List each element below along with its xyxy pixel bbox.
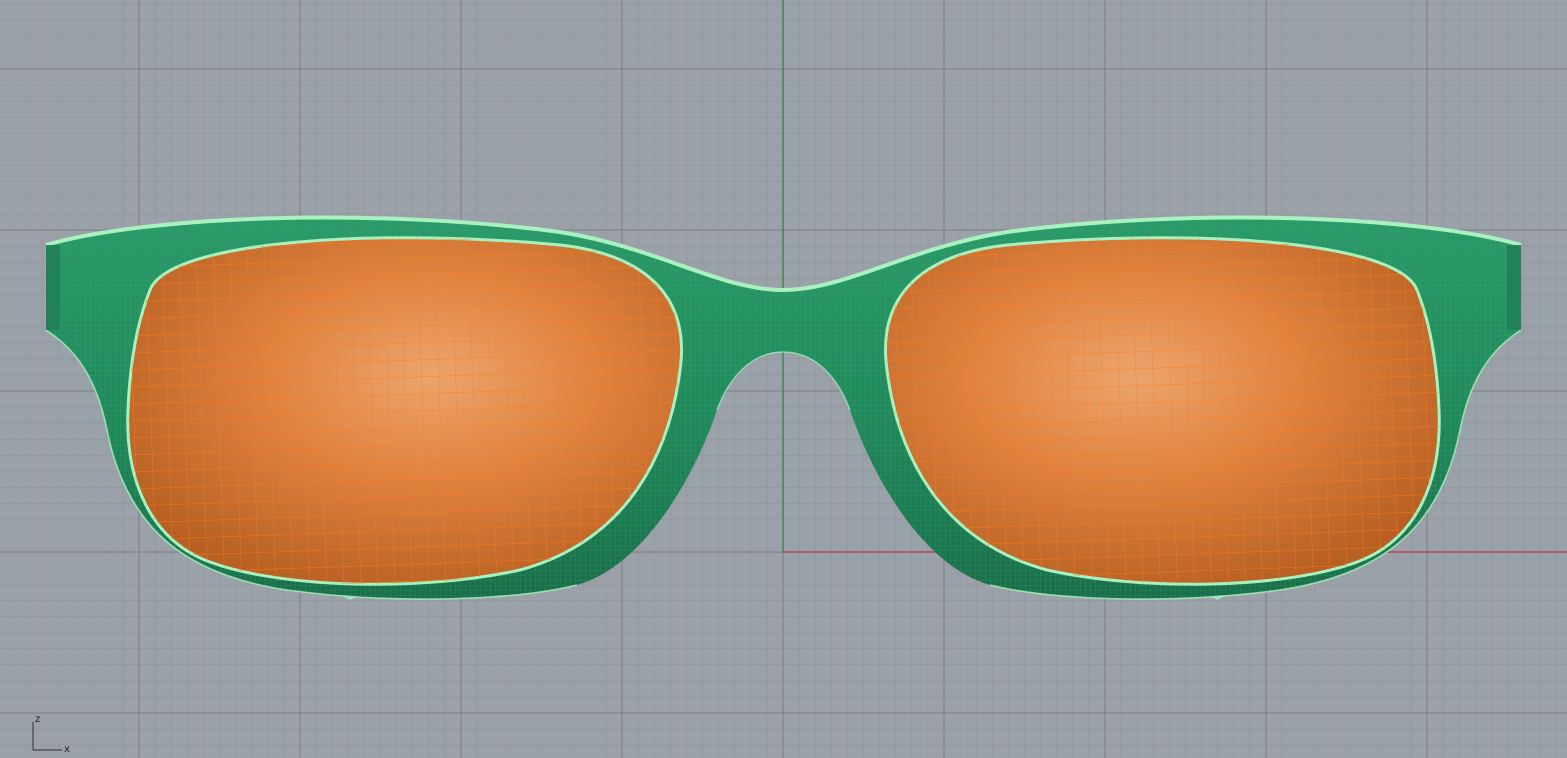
gizmo-vertical-label: z bbox=[35, 714, 40, 725]
hinge-right bbox=[1507, 245, 1521, 330]
viewport-canvas[interactable]: z x bbox=[0, 0, 1567, 758]
gizmo-horizontal-label: x bbox=[64, 744, 70, 755]
perspective-viewport[interactable]: z x bbox=[0, 0, 1567, 758]
hinge-left bbox=[46, 245, 60, 330]
